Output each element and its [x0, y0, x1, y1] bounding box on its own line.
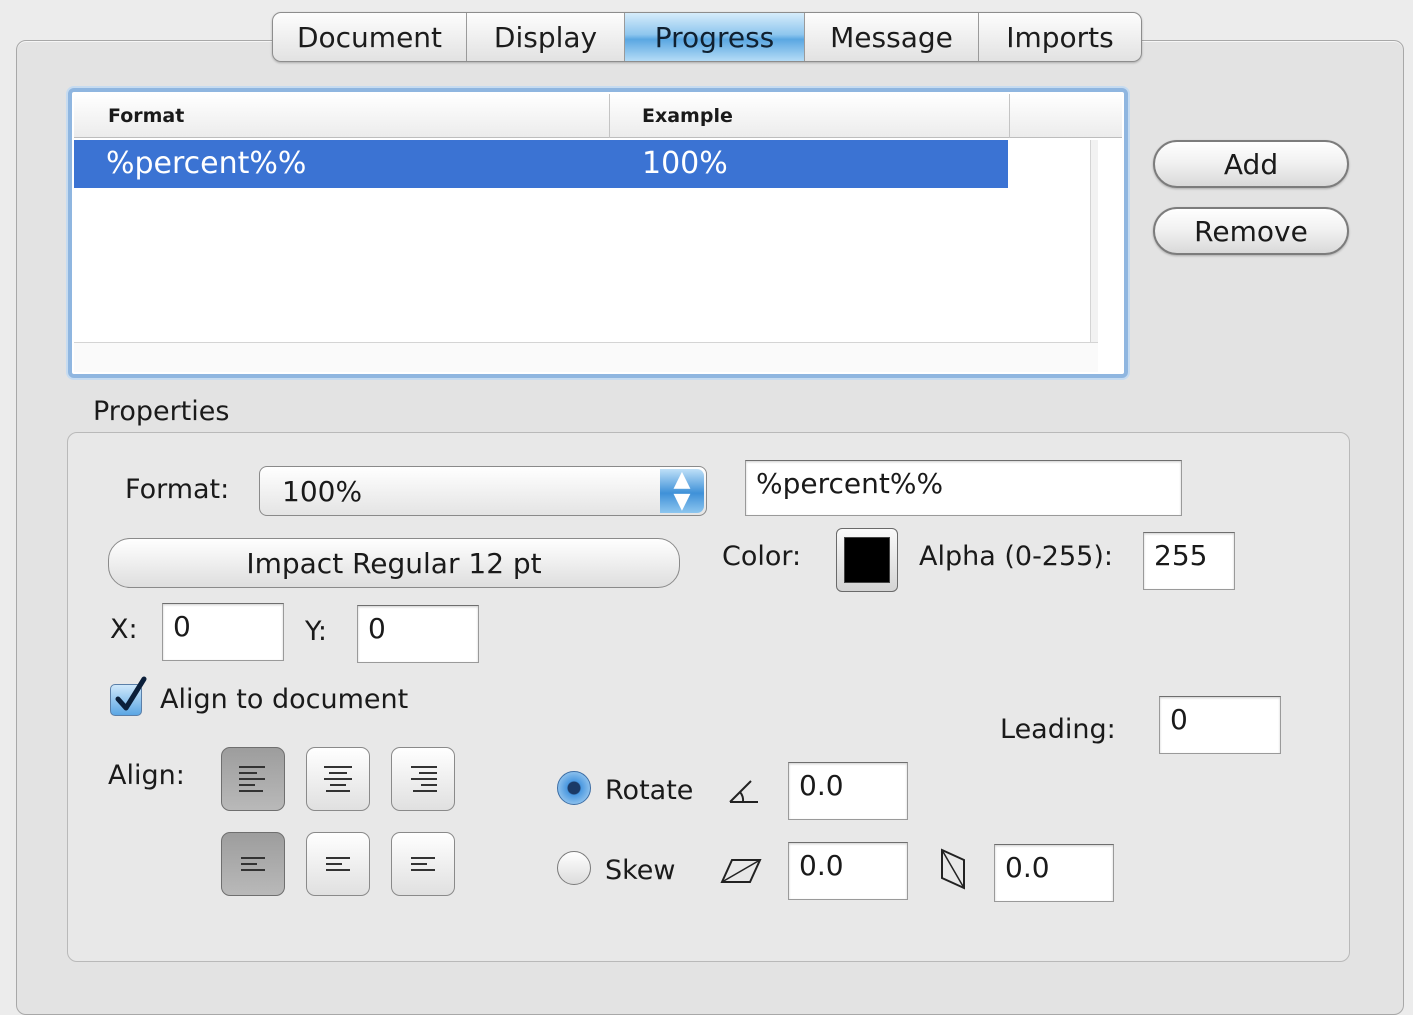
font-button[interactable]: Impact Regular 12 pt: [108, 538, 680, 588]
alpha-field[interactable]: 255: [1143, 532, 1235, 590]
rotate-label: Rotate: [605, 775, 694, 806]
skew-label: Skew: [605, 855, 676, 886]
align-middle-button[interactable]: [306, 832, 370, 896]
remove-button[interactable]: Remove: [1153, 207, 1349, 255]
list-row[interactable]: %percent%% 100%: [74, 140, 1008, 188]
rotate-radio[interactable]: [557, 771, 591, 805]
align-right-icon: [411, 766, 437, 792]
align-top-button[interactable]: [221, 832, 285, 896]
rotate-angle-icon: [729, 780, 758, 803]
x-field[interactable]: 0: [162, 603, 284, 661]
skew-x-field[interactable]: 0.0: [788, 842, 908, 900]
format-label: Format:: [125, 474, 230, 505]
vertical-scrollbar[interactable]: [1090, 140, 1098, 342]
x-label: X:: [110, 614, 138, 645]
y-field[interactable]: 0: [357, 605, 479, 663]
tab-message[interactable]: Message: [805, 13, 979, 61]
y-label: Y:: [305, 616, 328, 647]
format-popup-value: 100%: [282, 475, 363, 508]
format-list[interactable]: Format Example %percent%% 100%: [68, 88, 1128, 378]
align-top-icon: [241, 857, 265, 871]
leading-field[interactable]: 0: [1159, 696, 1281, 754]
tab-display[interactable]: Display: [467, 13, 625, 61]
color-swatch[interactable]: [836, 528, 898, 592]
align-bottom-button[interactable]: [391, 832, 455, 896]
align-left-button[interactable]: [221, 747, 285, 811]
tab-progress[interactable]: Progress: [625, 13, 805, 61]
skew-y-field[interactable]: 0.0: [994, 844, 1114, 902]
skew-vertical-icon: [941, 848, 965, 890]
skew-radio[interactable]: [557, 851, 591, 885]
horizontal-scrollbar[interactable]: [74, 342, 1098, 372]
color-swatch-fill: [844, 537, 890, 583]
align-right-button[interactable]: [391, 747, 455, 811]
list-header: Format Example: [74, 94, 1122, 138]
align-to-document-label: Align to document: [160, 684, 409, 715]
format-string-field[interactable]: %percent%%: [745, 460, 1182, 516]
align-center-icon: [324, 766, 352, 792]
skew-horizontal-icon: [720, 859, 762, 883]
checkmark-icon: [115, 676, 147, 711]
column-header-format[interactable]: Format: [74, 94, 610, 138]
align-center-button[interactable]: [306, 747, 370, 811]
align-bottom-icon: [411, 857, 435, 871]
popup-arrows-icon: ▲ ▼: [660, 469, 704, 513]
align-to-document-checkbox[interactable]: [110, 676, 147, 716]
tab-bar: Document Display Progress Message Import…: [272, 12, 1142, 62]
add-button[interactable]: Add: [1153, 140, 1349, 188]
alpha-label: Alpha (0-255):: [919, 541, 1113, 572]
tab-imports[interactable]: Imports: [979, 13, 1141, 61]
properties-group-title: Properties: [93, 396, 230, 427]
align-label: Align:: [108, 760, 185, 791]
align-left-icon: [239, 766, 265, 792]
row-example-cell: 100%: [642, 146, 728, 181]
tab-document[interactable]: Document: [273, 13, 467, 61]
align-middle-icon: [326, 857, 350, 871]
row-format-cell: %percent%%: [106, 146, 307, 181]
leading-label: Leading:: [1000, 714, 1116, 745]
column-header-example[interactable]: Example: [610, 94, 1010, 138]
format-popup[interactable]: 100% ▲ ▼: [259, 466, 707, 516]
rotate-angle-field[interactable]: 0.0: [788, 762, 908, 820]
color-label: Color:: [722, 541, 802, 572]
